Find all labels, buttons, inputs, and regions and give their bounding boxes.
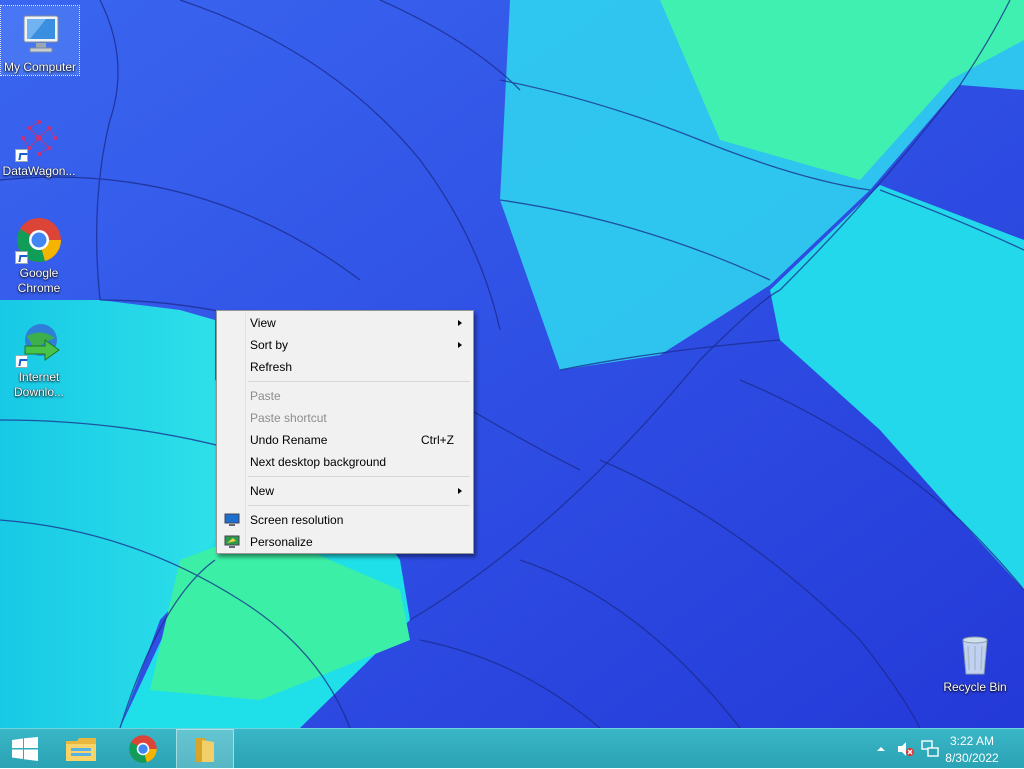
tray-clock-time[interactable]: 3:22 AM — [942, 734, 1002, 748]
menu-separator — [248, 505, 470, 506]
menu-item-label: Paste shortcut — [250, 411, 327, 425]
menu-item-label: Paste — [250, 389, 281, 403]
computer-icon — [16, 10, 64, 58]
desktop-icon-label: DataWagon... — [2, 164, 76, 178]
submenu-arrow-icon — [458, 488, 462, 494]
desktop-icon-datawagon[interactable]: DataWagon... — [0, 110, 78, 179]
recycle-bin-icon — [951, 630, 999, 678]
shortcut-arrow-icon — [15, 251, 28, 264]
menu-item-label: Refresh — [250, 360, 293, 374]
desktop[interactable]: My Computer DataWagon... Google Chrome I… — [0, 0, 1024, 728]
start-button[interactable] — [0, 729, 50, 769]
desktop-icon-label: My Computer — [3, 60, 77, 74]
menu-item-next-desktop-background[interactable]: Next desktop background — [220, 451, 470, 473]
menu-item-label: Screen resolution — [250, 513, 344, 527]
menu-item-label: New — [250, 484, 275, 498]
datawagon-icon — [15, 114, 63, 162]
menu-separator — [248, 381, 470, 382]
start-icon — [12, 737, 38, 761]
desktop-icon-internet-download-manager[interactable]: Internet Downlo... — [0, 316, 78, 400]
menu-item-label: Personalize — [250, 535, 313, 549]
submenu-arrow-icon — [458, 320, 462, 326]
folder-icon — [196, 738, 214, 762]
screen-resolution-icon — [224, 513, 240, 526]
network-icon[interactable] — [921, 740, 939, 758]
menu-item-undo-rename[interactable]: Undo Rename Ctrl+Z — [220, 429, 470, 451]
idm-icon — [15, 320, 63, 368]
menu-item-label: Sort by — [250, 338, 289, 352]
taskbar-chrome-button[interactable] — [120, 729, 168, 769]
tray-clock-date[interactable]: 8/30/2022 — [942, 751, 1002, 765]
menu-item-paste-shortcut[interactable]: Paste shortcut — [220, 407, 470, 429]
taskbar: 3:22 AM 8/30/2022 — [0, 728, 1024, 769]
desktop-context-menu: View Sort by Refresh Paste Paste shortcu… — [216, 310, 474, 554]
show-hidden-icons-chevron[interactable] — [876, 745, 886, 753]
desktop-icon-label: Internet Downlo... — [13, 370, 65, 399]
menu-item-sort-by[interactable]: Sort by — [220, 334, 470, 356]
shortcut-arrow-icon — [15, 149, 28, 162]
menu-item-view[interactable]: View — [220, 312, 470, 334]
chrome-icon — [15, 216, 63, 264]
shortcut-arrow-icon — [15, 355, 28, 368]
taskbar-file-explorer-button[interactable] — [57, 729, 105, 769]
menu-item-refresh[interactable]: Refresh — [220, 356, 470, 378]
menu-item-paste[interactable]: Paste — [220, 385, 470, 407]
menu-item-shortcut: Ctrl+Z — [421, 433, 454, 447]
volume-muted-icon[interactable] — [897, 741, 915, 757]
submenu-arrow-icon — [458, 342, 462, 348]
menu-separator — [248, 476, 470, 477]
desktop-icon-google-chrome[interactable]: Google Chrome — [0, 212, 78, 296]
menu-item-personalize[interactable]: Personalize — [220, 531, 470, 553]
desktop-icon-recycle-bin[interactable]: Recycle Bin — [936, 626, 1014, 695]
desktop-icon-label: Google Chrome — [17, 266, 61, 295]
menu-item-label: Undo Rename — [250, 433, 328, 447]
menu-item-label: Next desktop background — [250, 455, 387, 469]
wallpaper — [0, 0, 1024, 728]
menu-item-new[interactable]: New — [220, 480, 470, 502]
file-explorer-icon — [66, 738, 96, 761]
personalize-icon — [224, 535, 240, 548]
taskbar-folder-button-active[interactable] — [176, 729, 234, 769]
menu-item-label: View — [250, 316, 276, 330]
desktop-icon-label: Recycle Bin — [943, 680, 1007, 694]
desktop-icon-my-computer[interactable]: My Computer — [0, 5, 80, 76]
chrome-icon — [129, 735, 157, 763]
menu-item-screen-resolution[interactable]: Screen resolution — [220, 509, 470, 531]
